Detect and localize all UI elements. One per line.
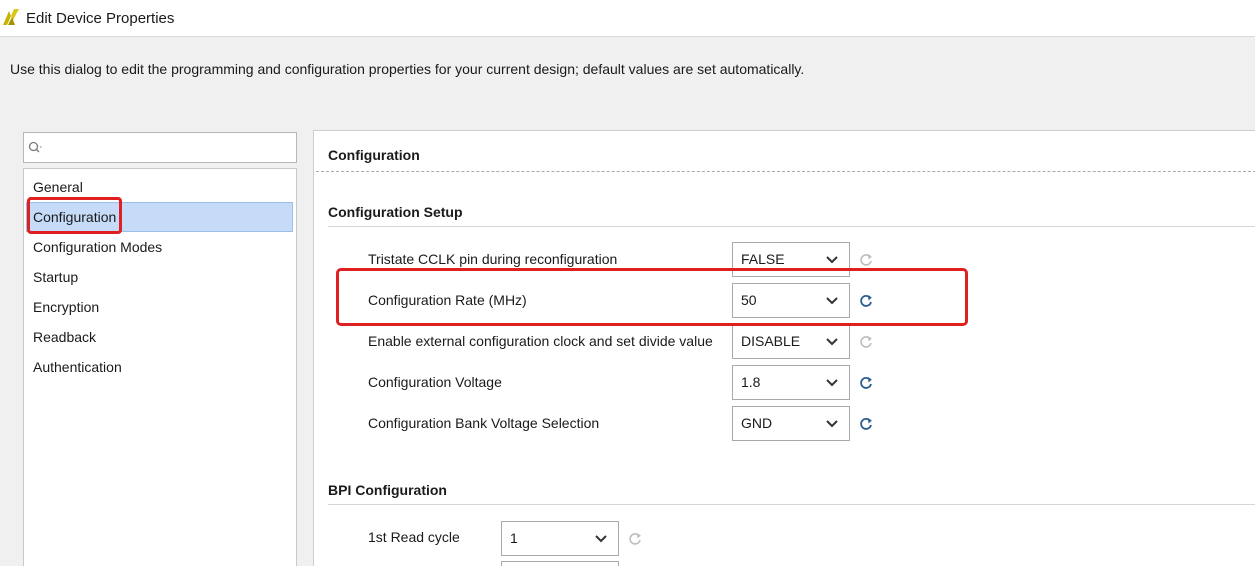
reset-icon[interactable] (858, 375, 874, 391)
reset-icon[interactable] (627, 531, 643, 547)
chevron-down-icon (826, 420, 838, 428)
chevron-down-icon (826, 379, 838, 387)
property-label: Configuration Voltage (368, 374, 502, 390)
dropdown-value: 1.8 (741, 374, 761, 390)
search-icon (28, 141, 42, 153)
category-list: General Configuration Configuration Mode… (23, 168, 297, 566)
xilinx-logo-icon (3, 9, 19, 25)
property-dropdown[interactable]: 50 (732, 283, 850, 318)
group-title-setup: Configuration Setup (328, 204, 463, 220)
group-divider (328, 226, 1255, 227)
property-dropdown[interactable]: FALSE (732, 242, 850, 277)
title-bar: Edit Device Properties (0, 0, 1255, 37)
property-dropdown[interactable]: 1.8 (732, 365, 850, 400)
nav-item-readback[interactable]: Readback (26, 322, 293, 352)
window-title: Edit Device Properties (26, 10, 175, 27)
property-dropdown[interactable] (501, 561, 619, 566)
property-label: Configuration Bank Voltage Selection (368, 415, 600, 431)
group-title-bpi: BPI Configuration (328, 482, 447, 498)
reset-icon[interactable] (858, 416, 874, 432)
chevron-down-icon (826, 297, 838, 305)
section-title: Configuration (328, 147, 420, 163)
dropdown-value: 50 (741, 292, 757, 308)
dropdown-value: GND (741, 415, 773, 431)
property-dropdown[interactable]: 1 (501, 521, 619, 556)
dropdown-value: DISABLE (741, 333, 801, 349)
reset-icon[interactable] (858, 252, 874, 268)
chevron-down-icon (826, 256, 838, 264)
reset-icon[interactable] (858, 293, 874, 309)
section-divider (316, 171, 1255, 172)
nav-item-startup[interactable]: Startup (26, 262, 293, 292)
property-dropdown[interactable]: GND (732, 406, 850, 441)
nav-item-configuration[interactable]: Configuration (26, 202, 293, 232)
dropdown-value: FALSE (741, 251, 785, 267)
property-label: Enable external configuration clock and … (368, 333, 713, 349)
dropdown-value: 1 (510, 530, 518, 546)
nav-item-general[interactable]: General (26, 172, 293, 202)
nav-item-authentication[interactable]: Authentication (26, 352, 293, 382)
reset-icon[interactable] (858, 334, 874, 350)
property-label: Configuration Rate (MHz) (368, 292, 527, 308)
chevron-down-icon (595, 535, 607, 543)
property-dropdown[interactable]: DISABLE (732, 324, 850, 359)
nav-item-configuration-modes[interactable]: Configuration Modes (26, 232, 293, 262)
search-input[interactable] (23, 132, 297, 163)
group-divider (328, 504, 1255, 505)
instruction-text: Use this dialog to edit the programming … (10, 61, 805, 77)
chevron-down-icon (826, 338, 838, 346)
property-label: 1st Read cycle (368, 529, 460, 545)
nav-item-encryption[interactable]: Encryption (26, 292, 293, 322)
properties-panel: Configuration Configuration Setup Trista… (313, 130, 1255, 566)
property-label: Tristate CCLK pin during reconfiguration (368, 251, 618, 267)
